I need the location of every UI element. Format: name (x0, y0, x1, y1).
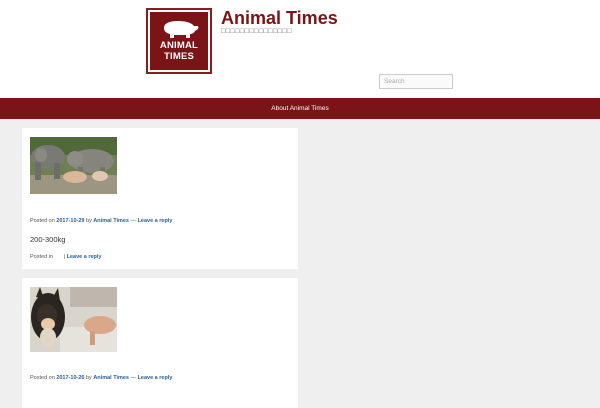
search-input[interactable] (379, 74, 453, 89)
footer-leave-reply-link[interactable]: Leave a reply (67, 254, 102, 260)
nav-item-about[interactable]: About Animal Times (0, 98, 600, 119)
shiba-dog-photo (30, 287, 117, 352)
site-logo[interactable]: ANIMAL TIMES (146, 8, 212, 74)
author-link[interactable]: Animal Times (93, 218, 129, 224)
author-link[interactable]: Animal Times (93, 375, 129, 381)
elephants-photo (30, 137, 117, 194)
post-card: Posted on 2017-10-29 by Animal Times — L… (22, 128, 298, 269)
by-label: by (85, 218, 92, 224)
logo-badge: ANIMAL TIMES (150, 12, 208, 70)
post-excerpt: 200-300kg (30, 235, 66, 244)
meta-separator: — (130, 218, 137, 224)
posted-on-label: Posted on (30, 218, 55, 224)
post-thumbnail-elephants[interactable] (30, 137, 117, 194)
post-date-link[interactable]: 2017-10-29 (56, 218, 84, 224)
posted-in-label: Posted in (30, 254, 53, 260)
post-footer-meta: Posted in | Leave a reply (30, 254, 101, 260)
site-description: □□□□□□□□□□□□□□□ (221, 28, 292, 35)
site-header: ANIMAL TIMES Animal Times □□□□□□□□□□□□□□… (0, 0, 600, 98)
post-card: Posted on 2017-10-26 by Animal Times — L… (22, 278, 298, 408)
leave-reply-link[interactable]: Leave a reply (138, 375, 173, 381)
main-navigation: About Animal Times (0, 98, 600, 119)
hippo-icon (164, 21, 199, 38)
post-date-link[interactable]: 2017-10-26 (56, 375, 84, 381)
post-thumbnail-dog[interactable] (30, 287, 117, 352)
posted-on-label: Posted on (30, 375, 55, 381)
footer-separator: | (63, 254, 66, 260)
site-title[interactable]: Animal Times (221, 8, 338, 28)
logo-text-animal: ANIMAL (159, 40, 199, 51)
post-meta: Posted on 2017-10-29 by Animal Times — L… (30, 218, 172, 224)
post-meta: Posted on 2017-10-26 by Animal Times — L… (30, 375, 172, 381)
meta-separator: — (130, 375, 137, 381)
logo-text-times: TIMES (163, 51, 195, 62)
by-label: by (85, 375, 92, 381)
leave-reply-link[interactable]: Leave a reply (138, 218, 173, 224)
